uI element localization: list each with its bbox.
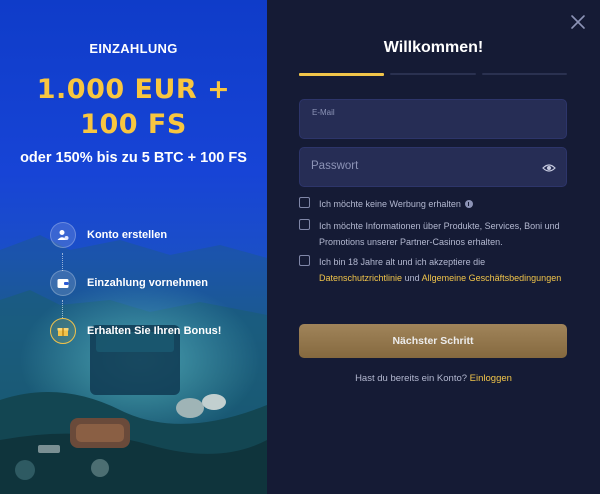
step-label: Erhalten Sie Ihren Bonus!: [87, 325, 222, 337]
password-placeholder: Passwort: [311, 160, 359, 172]
eye-icon[interactable]: [542, 161, 556, 175]
no-ads-label: Ich möchte keine Werbung erhalten: [319, 196, 473, 212]
progress-segment: [299, 73, 385, 76]
age-terms-label: Ich bin 18 Jahre alt und ich akzeptiere …: [319, 254, 561, 286]
password-field[interactable]: Passwort: [299, 147, 567, 187]
promo-panel: EINZAHLUNG 1.000 EUR + 100 FS oder 150% …: [0, 0, 267, 494]
login-prompt: Hast du bereits ein Konto? Einloggen: [267, 373, 600, 384]
step-label: Einzahlung vornehmen: [87, 277, 209, 289]
no-ads-checkbox[interactable]: [299, 197, 310, 208]
gift-icon: [50, 318, 76, 344]
promo-amount-line2: 100 FS: [80, 109, 187, 140]
partner-info-checkbox[interactable]: [299, 219, 310, 230]
progress-segment: [481, 73, 567, 75]
step-connector: [62, 253, 63, 271]
privacy-policy-link[interactable]: Datenschutzrichtlinie: [319, 273, 402, 283]
terms-link[interactable]: Allgemeine Geschäftsbedingungen: [422, 273, 562, 283]
promo-amount-line1: 1.000 EUR +: [36, 74, 231, 105]
step-create-account: Konto erstellen: [50, 222, 250, 248]
step-connector: [62, 300, 63, 318]
step-deposit: Einzahlung vornehmen: [50, 270, 250, 296]
and-text: und: [404, 273, 420, 283]
login-link[interactable]: Einloggen: [470, 373, 512, 384]
promo-amount: 1.000 EUR + 100 FS: [0, 72, 267, 142]
step-label: Konto erstellen: [87, 229, 168, 241]
next-step-button[interactable]: Nächster Schritt: [299, 324, 567, 358]
info-icon[interactable]: [464, 200, 473, 208]
step-progress: [299, 73, 567, 76]
promo-kicker: EINZAHLUNG: [89, 41, 178, 56]
step-bonus: Erhalten Sie Ihren Bonus!: [50, 318, 250, 344]
no-ads-text: Ich möchte keine Werbung erhalten: [319, 199, 461, 209]
wallet-icon: [50, 270, 76, 296]
partner-info-row: Ich möchte Informationen über Produkte, …: [299, 218, 569, 250]
signup-form-panel: Willkommen! E-Mail Passwort Ich möchte k…: [267, 0, 600, 494]
login-prompt-text: Hast du bereits ein Konto?: [355, 373, 468, 384]
age-terms-checkbox[interactable]: [299, 255, 310, 266]
form-title: Willkommen!: [383, 39, 484, 56]
no-ads-row: Ich möchte keine Werbung erhalten: [299, 196, 569, 212]
email-field[interactable]: E-Mail: [299, 99, 567, 139]
age-terms-row: Ich bin 18 Jahre alt und ich akzeptiere …: [299, 254, 569, 286]
email-label: E-Mail: [312, 108, 335, 117]
close-icon[interactable]: [568, 12, 588, 32]
promo-subtitle: oder 150% bis zu 5 BTC + 100 FS: [20, 150, 247, 166]
progress-segment: [390, 73, 476, 75]
signup-modal: EINZAHLUNG 1.000 EUR + 100 FS oder 150% …: [0, 0, 600, 494]
user-icon: [50, 222, 76, 248]
partner-info-label: Ich möchte Informationen über Produkte, …: [319, 221, 560, 247]
age-terms-prefix: Ich bin 18 Jahre alt und ich akzeptiere …: [319, 257, 486, 267]
promo-content: EINZAHLUNG 1.000 EUR + 100 FS oder 150% …: [0, 0, 267, 169]
